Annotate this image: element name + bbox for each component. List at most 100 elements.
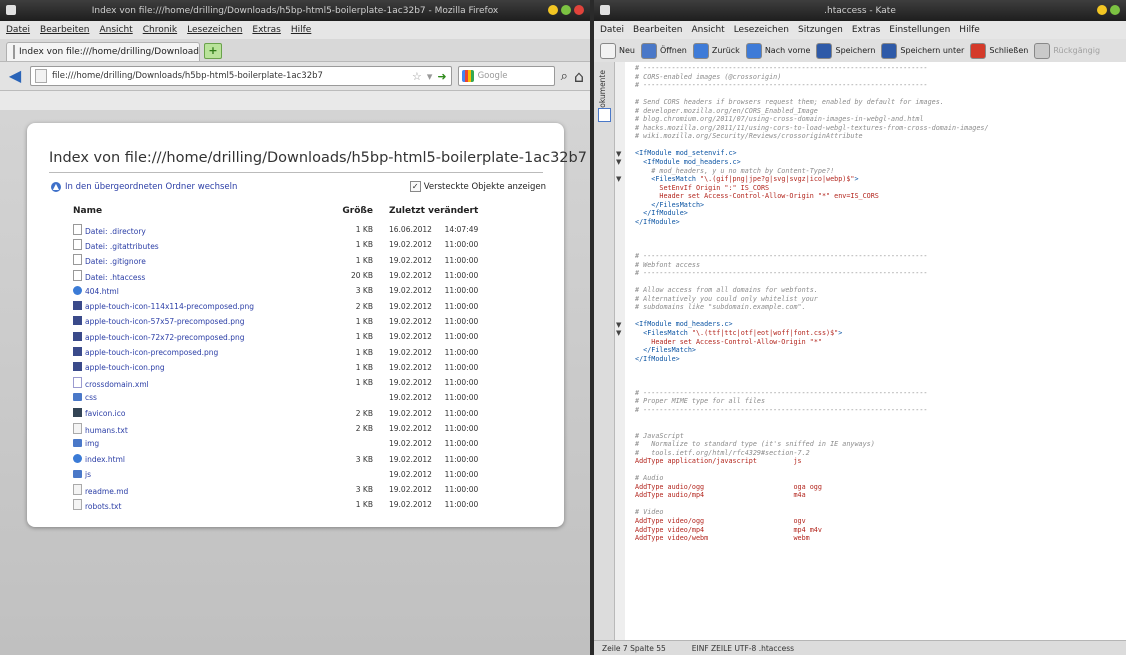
code-line[interactable]: AddType video/webm webm (635, 534, 810, 542)
file-name-link[interactable]: Datei: .gitattributes (85, 242, 159, 251)
file-name-link[interactable]: apple-touch-icon.png (85, 363, 165, 372)
fold-toggle-icon[interactable]: ▼ (616, 175, 621, 183)
documents-tab-label[interactable]: Dokumente (598, 70, 607, 113)
fold-toggle-icon[interactable]: ▼ (616, 150, 621, 158)
history-dropdown-icon[interactable]: ▾ (427, 70, 433, 83)
file-name-link[interactable]: Datei: .directory (85, 227, 146, 236)
file-name-link[interactable]: favicon.ico (85, 409, 125, 418)
code-line[interactable]: </IfModule> (635, 209, 688, 217)
column-header-modified[interactable]: Zuletzt verändert (381, 206, 478, 222)
code-line[interactable]: # --------------------------------------… (635, 406, 928, 414)
code-line[interactable]: # wiki.mozilla.org/Security/Reviews/cros… (635, 132, 863, 140)
file-name-cell[interactable]: humans.txt (73, 421, 333, 436)
code-editor[interactable]: # --------------------------------------… (625, 62, 1126, 640)
file-name-link[interactable]: crossdomain.xml (85, 380, 149, 389)
parent-directory-label[interactable]: In den übergeordneten Ordner wechseln (65, 182, 237, 192)
home-icon[interactable]: ⌂ (574, 67, 584, 86)
line-mode[interactable]: ZEILE (711, 644, 732, 653)
menu-sitzungen[interactable]: Sitzungen (798, 25, 843, 35)
code-line[interactable]: # Webfont access (635, 261, 700, 269)
file-name-link[interactable]: apple-touch-icon-72x72-precomposed.png (85, 333, 244, 342)
file-name-link[interactable]: Datei: .gitignore (85, 257, 146, 266)
code-line[interactable]: <IfModule mod_headers.c> (635, 158, 741, 166)
code-line[interactable]: # subdomains like "subdomain.example.com… (635, 303, 806, 311)
minimize-icon[interactable] (548, 5, 558, 15)
code-line[interactable]: # mod_headers, y u no match by Content-T… (635, 167, 834, 175)
column-header-size[interactable]: Größe (333, 206, 381, 222)
code-line[interactable]: <FilesMatch "\.(ttf|ttc|otf|eot|woff|fon… (635, 329, 842, 337)
code-line[interactable]: # --------------------------------------… (635, 269, 928, 277)
document-icon[interactable] (598, 108, 611, 122)
file-name-cell[interactable]: apple-touch-icon-precomposed.png (73, 344, 333, 359)
code-line[interactable]: # hacks.mozilla.org/2011/11/using-cors-t… (635, 124, 989, 132)
back-arrow-icon[interactable]: ◀ (6, 67, 24, 85)
code-line[interactable]: # Allow access from all domains for webf… (635, 286, 818, 294)
file-name-cell[interactable]: img (73, 436, 333, 451)
column-header-name[interactable]: Name (73, 206, 333, 222)
code-line[interactable]: # blog.chromium.org/2011/07/using-cross-… (635, 115, 924, 123)
binoculars-icon[interactable]: ⌕ (561, 69, 568, 84)
code-line[interactable]: </FilesMatch> (635, 201, 704, 209)
code-line[interactable]: # CORS-enabled images (@crossorigin) (635, 73, 781, 81)
code-line[interactable]: # --------------------------------------… (635, 252, 928, 260)
file-name-cell[interactable]: favicon.ico (73, 406, 333, 421)
menu-lesezeichen[interactable]: Lesezeichen (734, 25, 789, 35)
file-name-link[interactable]: apple-touch-icon-57x57-precomposed.png (85, 317, 244, 326)
toolbar-button-öffnen[interactable]: Öffnen (640, 42, 687, 59)
file-name-cell[interactable]: robots.txt (73, 497, 333, 512)
code-line[interactable]: </FilesMatch> (635, 346, 696, 354)
file-name-cell[interactable]: Datei: .gitignore (73, 253, 333, 268)
file-name-cell[interactable]: css (73, 390, 333, 405)
go-icon[interactable]: ➜ (437, 70, 446, 83)
code-content[interactable]: # --------------------------------------… (625, 62, 1126, 543)
file-name-link[interactable]: js (85, 470, 91, 479)
fold-toggle-icon[interactable]: ▼ (616, 321, 621, 329)
bookmark-star-icon[interactable]: ☆ (412, 70, 422, 83)
menu-lesezeichen[interactable]: Lesezeichen (187, 25, 242, 35)
close-icon[interactable] (574, 5, 584, 15)
file-name-cell[interactable]: 404.html (73, 283, 333, 298)
file-name-link[interactable]: img (85, 439, 99, 448)
menu-bearbeiten[interactable]: Bearbeiten (633, 25, 682, 35)
code-line[interactable]: Header set Access-Control-Allow-Origin "… (635, 192, 878, 200)
insert-mode[interactable]: EINF (692, 644, 709, 653)
file-name-link[interactable]: index.html (85, 455, 125, 464)
toolbar-button-speichern-unter[interactable]: Speichern unter (881, 42, 964, 59)
file-name-cell[interactable]: Datei: .directory (73, 222, 333, 237)
code-line[interactable]: # Normalize to standard type (it's sniff… (635, 440, 875, 448)
file-name-cell[interactable]: apple-touch-icon-72x72-precomposed.png (73, 329, 333, 344)
file-name-link[interactable]: robots.txt (85, 502, 121, 511)
minimize-icon[interactable] (1097, 5, 1107, 15)
file-name-cell[interactable]: apple-touch-icon-57x57-precomposed.png (73, 314, 333, 329)
code-line[interactable]: Header set Access-Control-Allow-Origin "… (635, 338, 822, 346)
toolbar-button-schließen[interactable]: Schließen (970, 42, 1028, 59)
new-tab-button[interactable]: + (204, 43, 222, 59)
show-hidden-toggle[interactable]: ✓ Versteckte Objekte anzeigen (409, 181, 546, 192)
menu-datei[interactable]: Datei (6, 25, 30, 35)
menu-extras[interactable]: Extras (852, 25, 880, 35)
google-icon[interactable] (461, 70, 474, 82)
code-line[interactable]: <IfModule mod_setenvif.c> (635, 149, 737, 157)
menu-extras[interactable]: Extras (252, 25, 280, 35)
code-line[interactable]: # Alternatively you could only whitelist… (635, 295, 818, 303)
code-line[interactable]: AddType audio/ogg oga ogg (635, 483, 822, 491)
code-line[interactable]: AddType video/mp4 mp4 m4v (635, 526, 822, 534)
file-name-cell[interactable]: apple-touch-icon.png (73, 360, 333, 375)
menu-bearbeiten[interactable]: Bearbeiten (40, 25, 89, 35)
code-line[interactable]: # Video (635, 508, 663, 516)
checkbox-icon[interactable]: ✓ (409, 181, 421, 192)
file-name-cell[interactable]: apple-touch-icon-114x114-precomposed.png (73, 298, 333, 313)
code-line[interactable]: # Send CORS headers if browsers request … (635, 98, 944, 106)
maximize-icon[interactable] (1110, 5, 1120, 15)
menu-ansicht[interactable]: Ansicht (99, 25, 132, 35)
code-line[interactable]: # --------------------------------------… (635, 389, 928, 397)
maximize-icon[interactable] (561, 5, 571, 15)
parent-directory-link[interactable]: ▲ In den übergeordneten Ordner wechseln (51, 182, 237, 192)
search-box[interactable]: Google (457, 66, 555, 86)
menu-einstellungen[interactable]: Einstellungen (889, 25, 950, 35)
file-name-link[interactable]: humans.txt (85, 426, 128, 435)
file-name-link[interactable]: 404.html (85, 287, 119, 296)
code-line[interactable]: SetEnvIf Origin ":" IS_CORS (635, 184, 769, 192)
code-line[interactable]: # --------------------------------------… (635, 64, 928, 72)
toolbar-button-nach-vorne[interactable]: Nach vorne (745, 42, 810, 59)
